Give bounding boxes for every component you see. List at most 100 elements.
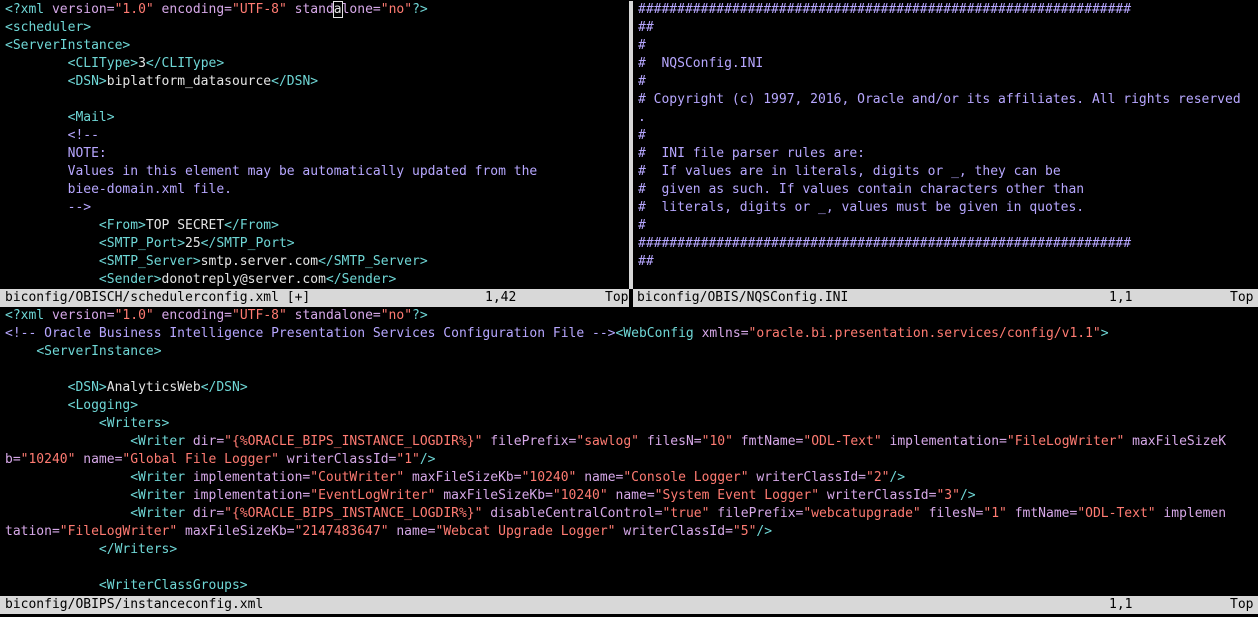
code-token: implemen [1155, 506, 1227, 521]
code-line: <Writer implementation="EventLogWriter" … [5, 487, 976, 505]
status-filename: biconfig/OBIS/NQSConfig.INI [637, 290, 849, 305]
code-line: <CLIType>3</CLIType> [5, 55, 225, 73]
code-token: xml [20, 308, 52, 323]
code-token: biee-domain.xml file. [67, 182, 232, 197]
code-token: "10240" [20, 452, 76, 467]
code-token: writerClassId= [748, 470, 866, 485]
code-token: xmlns= [701, 326, 749, 341]
code-token: ?> [412, 308, 428, 323]
code-token: "{%ORACLE_BIPS_INSTANCE_LOGDIR%}" [224, 434, 483, 449]
code-token: "2147483647" [294, 524, 389, 539]
code-token: > [1100, 326, 1109, 341]
code-token: 25 [185, 236, 201, 251]
code-line: <ServerInstance> [5, 37, 130, 55]
code-token: writerClassId= [615, 524, 733, 539]
code-line: <Mail> [5, 109, 115, 127]
code-token: implementation= [192, 470, 311, 485]
code-line: <Logging> [5, 397, 138, 415]
code-line: # NQSConfig.INI [638, 55, 763, 73]
code-token: /> [959, 488, 976, 503]
code-token: donotreply@server.com [161, 272, 326, 287]
code-line: # [638, 217, 646, 235]
code-token: name= [607, 488, 655, 503]
code-token: </CLIType> [145, 56, 225, 71]
code-token: encoding= [153, 308, 233, 323]
code-line: <From>TOP SECRET</From> [5, 217, 279, 235]
text-cursor: a [332, 1, 343, 18]
code-token: <Logging> [67, 398, 139, 413]
code-line: <?xml version="1.0" encoding="UTF-8" sta… [5, 1, 428, 19]
code-token: ########################################… [638, 236, 1132, 251]
code-token: "Console Logger" [623, 470, 749, 485]
code-token: --> [67, 200, 92, 215]
code-token: <Writer [130, 434, 193, 449]
code-token: dir= [192, 434, 225, 449]
code-token: "oracle.bi.presentation.services/config/… [748, 326, 1101, 341]
code-token: ## [638, 20, 654, 35]
code-token: maxFileSizeKb= [404, 470, 522, 485]
code-token: "CoutWriter" [310, 470, 405, 485]
code-token: disableCentralControl= [482, 506, 663, 521]
code-line: # given as such. If values contain chara… [638, 181, 1084, 199]
editor-pane-instanceconfig[interactable]: <?xml version="1.0" encoding="UTF-8" sta… [0, 307, 1258, 596]
code-token: <WriterClassGroups> [98, 578, 248, 593]
status-bar-instanceconfig: biconfig/OBIPS/instanceconfig.xml 1,1 To… [0, 596, 1258, 614]
code-line: ########################################… [638, 235, 1131, 253]
code-line: b="10240" name="Global File Logger" writ… [5, 451, 436, 469]
code-token: <!-- [67, 128, 99, 143]
editor-pane-schedulerconfig[interactable]: <?xml version="1.0" encoding="UTF-8" sta… [0, 0, 629, 289]
code-token: "UTF-8" [232, 308, 287, 323]
code-token: "System Event Logger" [654, 488, 820, 503]
code-line: <Writers> [5, 415, 169, 433]
code-token: name= [75, 452, 123, 467]
code-line: ## [638, 19, 654, 37]
editor-pane-nqsconfig[interactable]: ########################################… [633, 0, 1258, 289]
code-token: <From> [98, 218, 146, 233]
code-token: "UTF-8" [232, 2, 287, 17]
code-token: "1" [396, 452, 420, 467]
code-token: "true" [662, 506, 710, 521]
code-line: ########################################… [638, 1, 1131, 19]
code-token: "sawlog" [576, 434, 639, 449]
code-token: standalone= [286, 308, 381, 323]
code-token: implementation= [881, 434, 1007, 449]
code-line: NOTE: [5, 145, 107, 163]
code-token: writerClassId= [819, 488, 937, 503]
status-scroll-position: Top [1230, 290, 1254, 305]
code-token: maxFileSizeKb= [435, 488, 553, 503]
code-token: ?> [412, 2, 428, 17]
code-token: # If values are in literals, digits or _… [638, 164, 1061, 179]
code-token: <Sender> [98, 272, 162, 287]
code-token: </Sender> [325, 272, 397, 287]
code-token: <Mail> [67, 110, 115, 125]
code-token: <ServerInstance> [5, 38, 131, 53]
code-token: <? [5, 2, 21, 17]
code-token: "Global File Logger" [122, 452, 279, 467]
status-cursor-position: 1,1 [1109, 290, 1133, 305]
code-token: <Writer [130, 506, 193, 521]
code-token: filesN= [920, 506, 984, 521]
code-token: # [638, 128, 646, 143]
code-line: <!-- Oracle Business Intelligence Presen… [5, 325, 1109, 343]
code-token: # Copyright (c) 1997, 2016, Oracle and/o… [638, 92, 1241, 107]
code-token: <SMTP_Server> [98, 254, 201, 269]
code-token: <WebConfig [615, 326, 702, 341]
code-token: writerClassId= [278, 452, 397, 467]
code-token: version= [51, 2, 115, 17]
status-filename: biconfig/OBISCH/schedulerconfig.xml [+] [5, 290, 311, 305]
code-token: filePrefix= [709, 506, 804, 521]
